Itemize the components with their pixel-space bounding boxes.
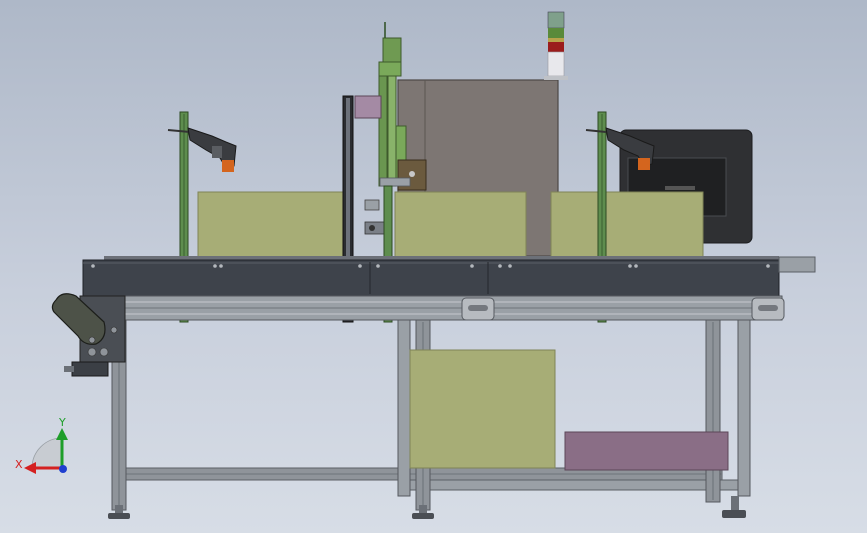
tower-light-base xyxy=(547,51,565,77)
cad-viewport[interactable]: Y X xyxy=(0,0,867,533)
applicator-purple-block xyxy=(354,95,382,119)
triad-quadrant xyxy=(31,437,63,469)
leveling-foot-mid xyxy=(412,505,434,519)
belt-conveyor[interactable] xyxy=(82,256,816,297)
tower-light[interactable] xyxy=(544,11,568,80)
lower-box-purple xyxy=(564,431,729,471)
triad-x-label: X xyxy=(15,458,23,471)
coordinate-triad: Y X xyxy=(15,416,68,474)
frame-leg-right-b xyxy=(737,319,751,497)
frame-rail-upper xyxy=(99,295,785,321)
frame-leg-mid-a xyxy=(397,319,411,497)
barcode-scanner-left[interactable] xyxy=(167,127,237,172)
product-box-2 xyxy=(394,191,527,259)
triad-y-label: Y xyxy=(58,416,66,429)
lower-box-green xyxy=(409,349,556,469)
tower-light-yellow xyxy=(548,38,564,42)
conveyor-top-edge xyxy=(104,256,779,260)
tower-light-red xyxy=(548,42,564,52)
leveling-foot-left xyxy=(108,505,130,519)
tower-light-green xyxy=(548,28,564,38)
bottom-stretcher-right xyxy=(397,479,739,491)
conveyor-side-frame xyxy=(82,259,780,297)
leveling-foot-right xyxy=(722,496,746,518)
motor-body xyxy=(71,361,109,377)
conveyor-end-tail xyxy=(778,256,816,273)
triad-z-axis xyxy=(59,465,67,473)
tower-light-cap xyxy=(547,11,565,29)
product-box-1 xyxy=(197,191,349,259)
product-box-3 xyxy=(550,191,704,259)
